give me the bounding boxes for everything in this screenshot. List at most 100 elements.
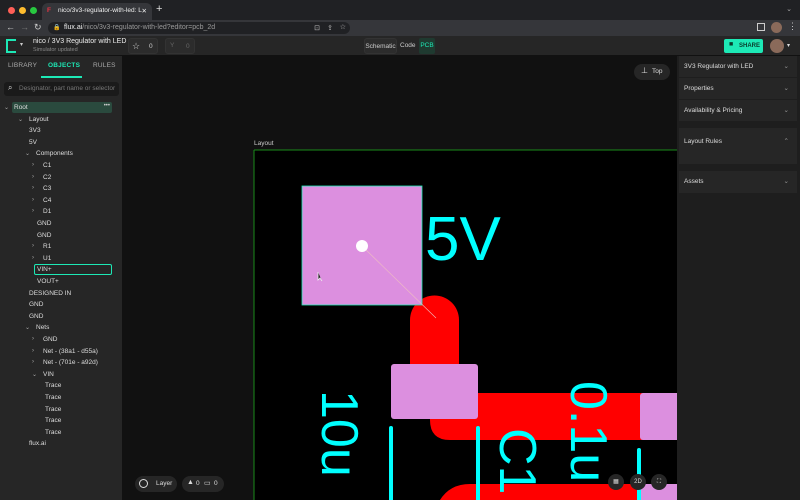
schematic-view-tab[interactable]: Schematic [364, 38, 397, 54]
share-button[interactable]: ■ SHARE [724, 39, 763, 53]
chevron-right-icon[interactable]: › [32, 174, 34, 180]
section-project[interactable]: 3V3 Regulator with LED ⌄ [679, 56, 797, 77]
object-search-input[interactable]: ⌕ Designator, part name or selector [4, 82, 119, 96]
section-layout-rules[interactable]: Layout Rules ⌃ [679, 128, 797, 164]
view-mode-button[interactable]: 2D [630, 474, 646, 490]
tree-item[interactable]: GND [0, 230, 123, 242]
logo-menu-chevron-icon[interactable]: ▾ [20, 41, 23, 48]
tree-item[interactable]: › U1 [0, 253, 123, 265]
tree-item[interactable]: › D1 [0, 206, 123, 218]
close-window-button[interactable] [8, 7, 15, 14]
tree-item[interactable]: VOUT+ [0, 276, 123, 288]
install-icon[interactable]: ⊡ [314, 24, 320, 32]
tree-item[interactable]: Trace [0, 380, 123, 392]
tree-item[interactable]: VIN+ [0, 264, 123, 276]
reload-icon[interactable]: ↻ [34, 22, 42, 33]
tree-item[interactable]: DESIGNED IN [0, 288, 123, 300]
tree-item[interactable]: › C2 [0, 172, 123, 184]
pcb-canvas[interactable]: 5V 10u C1 0.1u Layout ⊥ Top Layer ▲ 0 ▭ … [123, 56, 677, 500]
issues-button[interactable]: ▲ 0 ▭ 0 [182, 476, 224, 492]
chevron-down-icon: ⌄ [783, 63, 789, 70]
tree-item[interactable]: › C1 [0, 160, 123, 172]
flux-logo-icon[interactable] [6, 39, 16, 53]
close-tab-icon[interactable]: ✕ [142, 7, 147, 15]
layer-button[interactable]: Layer [135, 476, 177, 492]
user-menu-chevron-icon[interactable]: ▾ [787, 42, 790, 49]
chevron-right-icon[interactable]: › [32, 197, 34, 203]
chevron-right-icon[interactable]: › [32, 359, 34, 365]
chevron-right-icon[interactable]: › [32, 162, 34, 168]
profile-avatar[interactable] [771, 22, 782, 33]
new-tab-button[interactable]: + [156, 3, 162, 15]
minimize-window-button[interactable] [19, 7, 26, 14]
chevron-down-icon[interactable]: ⌄ [25, 150, 30, 157]
chevron-right-icon[interactable]: › [32, 348, 34, 354]
tree-item[interactable]: › C3 [0, 183, 123, 195]
tab-library[interactable]: LIBRARY [8, 62, 37, 69]
chevron-right-icon[interactable]: › [32, 208, 34, 214]
tree-item-label: DESIGNED IN [29, 289, 72, 297]
share-page-icon[interactable]: ⇪ [327, 24, 333, 32]
user-avatar[interactable] [770, 39, 784, 53]
tree-item[interactable]: 3V3 [0, 125, 123, 137]
chevron-right-icon[interactable]: › [32, 185, 34, 191]
tree-item[interactable]: ⌄ Layout [0, 114, 123, 126]
pcb-view-tab[interactable]: PCB [419, 38, 435, 54]
tree-item[interactable]: ⌄ Components [0, 148, 123, 160]
chevron-down-icon[interactable]: ⌄ [18, 116, 23, 123]
chevron-right-icon[interactable]: › [32, 336, 34, 342]
side-panel-icon[interactable] [757, 23, 765, 31]
chevron-down-icon[interactable]: ⌄ [25, 324, 30, 331]
simulator-status: Simulator updated [33, 47, 78, 53]
tree-item[interactable]: ⌄ Nets [0, 322, 123, 334]
tree-item[interactable]: › Net - (701e - a92d) [0, 357, 123, 369]
chevron-up-icon: ⌃ [783, 138, 789, 145]
layer-side-toggle[interactable]: ⊥ Top [634, 64, 670, 80]
chevron-down-icon[interactable]: ⌄ [32, 371, 37, 378]
tab-list-chevron-icon[interactable]: ⌄ [786, 5, 792, 13]
back-icon[interactable]: ← [6, 22, 15, 32]
tree-item[interactable]: ⌄ Root ••• [0, 102, 123, 114]
address-bar[interactable]: 🔒 flux.ai/nico/3v3-regulator-with-led?ed… [48, 22, 350, 34]
tree-item[interactable]: › GND [0, 334, 123, 346]
browser-tab-bar: F nico/3v3-regulator-with-led: L ✕ + ⌄ [0, 0, 800, 20]
silk-label-10u: 10u [310, 390, 368, 477]
chevron-right-icon[interactable]: › [32, 255, 34, 261]
maximize-window-button[interactable] [30, 7, 37, 14]
tree-item[interactable]: ⌄ VIN [0, 369, 123, 381]
section-availability-pricing[interactable]: Availability & Pricing ⌄ [679, 100, 797, 121]
tab-objects[interactable]: OBJECTS [48, 62, 80, 69]
pcb-drawing[interactable]: 5V 10u C1 0.1u [123, 56, 677, 500]
fork-button[interactable]: Y 0 [165, 38, 195, 54]
grid-toggle-button[interactable]: ▦ [608, 474, 624, 490]
tree-item[interactable]: flux.ai [0, 438, 123, 450]
pad-c1-1 [391, 364, 478, 419]
fullscreen-button[interactable]: ⛶ [651, 474, 667, 490]
chevron-down-icon[interactable]: ⌄ [4, 104, 9, 111]
tree-item[interactable]: GND [0, 311, 123, 323]
browser-tab[interactable]: F nico/3v3-regulator-with-led: L ✕ [42, 3, 152, 20]
tree-item[interactable]: › C4 [0, 195, 123, 207]
tree-item-label: 3V3 [29, 127, 41, 135]
more-options-icon[interactable]: ••• [104, 103, 110, 109]
tab-rules[interactable]: RULES [93, 62, 116, 69]
project-title[interactable]: nico / 3V3 Regulator with LED [33, 38, 126, 45]
tree-item[interactable]: Trace [0, 404, 123, 416]
bookmark-star-icon[interactable]: ☆ [340, 23, 346, 31]
star-button[interactable]: ☆ 0 [128, 38, 158, 54]
code-view-tab[interactable]: Code [400, 42, 416, 49]
browser-menu-icon[interactable]: ⋮ [788, 21, 797, 32]
tree-item[interactable]: Trace [0, 392, 123, 404]
tree-item[interactable]: GND [0, 218, 123, 230]
chevron-right-icon[interactable]: › [32, 243, 34, 249]
tree-item[interactable]: Trace [0, 415, 123, 427]
section-assets[interactable]: Assets ⌄ [679, 171, 797, 193]
forward-icon[interactable]: → [20, 22, 29, 32]
section-properties[interactable]: Properties ⌄ [679, 78, 797, 99]
tree-item[interactable]: Trace [0, 427, 123, 439]
tree-item-label: flux.ai [29, 440, 46, 448]
tree-item[interactable]: › R1 [0, 241, 123, 253]
tree-item[interactable]: 5V [0, 137, 123, 149]
tree-item[interactable]: GND [0, 299, 123, 311]
tree-item[interactable]: › Net - (38a1 - d55a) [0, 346, 123, 358]
